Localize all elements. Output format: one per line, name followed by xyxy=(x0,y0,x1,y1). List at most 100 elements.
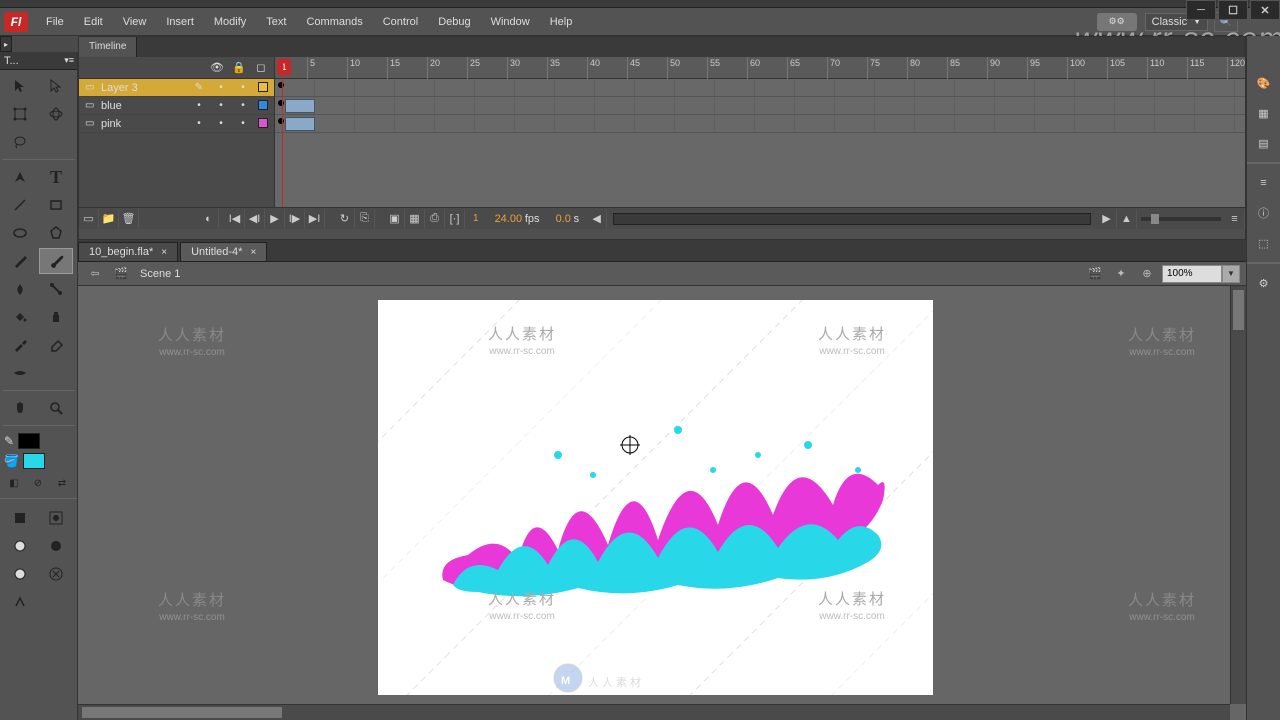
modify-markers-button[interactable]: ⎙ xyxy=(425,209,445,229)
doc-tab[interactable]: 10_begin.fla*× xyxy=(78,242,178,261)
swap-colors-button[interactable]: ⇄ xyxy=(51,474,73,492)
frame-lane[interactable] xyxy=(275,79,1245,97)
edit-multiple-button[interactable]: ▦ xyxy=(405,209,425,229)
menu-file[interactable]: File xyxy=(36,8,74,36)
pen-tool[interactable] xyxy=(3,164,37,190)
deco-tool[interactable] xyxy=(3,276,37,302)
minimize-button[interactable]: ─ xyxy=(1186,0,1216,20)
frame-lane[interactable] xyxy=(275,115,1245,133)
swatches-panel-icon[interactable]: ▦ xyxy=(1251,100,1277,126)
close-icon[interactable]: × xyxy=(250,247,256,258)
horizontal-scrollbar[interactable] xyxy=(78,704,1230,720)
layer-row[interactable]: ▭ blue ••• xyxy=(79,97,274,115)
menu-text[interactable]: Text xyxy=(256,8,296,36)
text-tool[interactable]: T xyxy=(39,164,73,190)
onion-skin-button[interactable]: ◐ xyxy=(199,209,219,229)
hand-tool[interactable] xyxy=(3,395,37,421)
panel-menu-icon[interactable]: ▾≡ xyxy=(64,55,74,66)
stroke-color-swatch[interactable] xyxy=(18,433,40,449)
menu-insert[interactable]: Insert xyxy=(156,8,204,36)
subselection-tool[interactable] xyxy=(39,73,73,99)
menu-help[interactable]: Help xyxy=(540,8,583,36)
loop-button[interactable]: ↻ xyxy=(335,209,355,229)
oval-tool[interactable] xyxy=(3,220,37,246)
brush-mode-option[interactable] xyxy=(3,505,37,531)
lasso-tool[interactable] xyxy=(3,129,37,155)
transform-panel-icon[interactable]: ⓘ xyxy=(1251,200,1277,226)
center-frame-button[interactable]: ▣ xyxy=(385,209,405,229)
zoom-field[interactable]: 100% xyxy=(1162,265,1222,283)
timeline-scrollbar[interactable] xyxy=(613,213,1091,225)
edit-scene-button[interactable]: 🎬 xyxy=(1084,264,1106,284)
scroll-left-button[interactable]: ◀ xyxy=(587,209,607,229)
library-panel-icon[interactable]: ⬚ xyxy=(1251,230,1277,256)
brush-size-option[interactable] xyxy=(3,533,37,559)
menu-debug[interactable]: Debug xyxy=(428,8,480,36)
bone-tool[interactable] xyxy=(39,276,73,302)
goto-last-button[interactable]: ▶I xyxy=(305,209,325,229)
menu-edit[interactable]: Edit xyxy=(74,8,113,36)
menu-window[interactable]: Window xyxy=(481,8,540,36)
onion-outlines-button[interactable]: ⎘ xyxy=(355,209,375,229)
layer-row[interactable]: ▭ Layer 3 ✎•• xyxy=(79,79,274,97)
info-panel-icon[interactable]: ≡ xyxy=(1251,170,1277,196)
object-drawing-option[interactable] xyxy=(39,505,73,531)
properties-panel-icon[interactable]: ⚙ xyxy=(1251,270,1277,296)
brush-tool[interactable] xyxy=(39,248,73,274)
lock-fill-option[interactable] xyxy=(3,561,37,587)
scene-name[interactable]: Scene 1 xyxy=(136,268,1084,280)
canvas[interactable]: M 人人素材 人人素材www.rr-sc.com 人人素材www.rr-sc.c… xyxy=(378,300,933,695)
visibility-header-icon[interactable]: 👁 xyxy=(210,61,224,74)
color-panel-icon[interactable]: 🎨 xyxy=(1251,70,1277,96)
no-color-button[interactable]: ⊘ xyxy=(27,474,49,492)
dock-collapse[interactable]: ▸ xyxy=(0,36,12,52)
menu-view[interactable]: View xyxy=(113,8,157,36)
close-icon[interactable]: × xyxy=(161,247,167,258)
eyedropper-tool[interactable] xyxy=(3,332,37,358)
new-layer-button[interactable]: ▭ xyxy=(79,209,99,229)
eraser-tool[interactable] xyxy=(39,332,73,358)
scroll-right-button[interactable]: ▶ xyxy=(1097,209,1117,229)
playhead[interactable]: 1 xyxy=(277,59,291,75)
menu-modify[interactable]: Modify xyxy=(204,8,256,36)
brush-shape-option[interactable] xyxy=(39,533,73,559)
zoom-dropdown[interactable]: ▼ xyxy=(1222,265,1240,283)
zoom-tool[interactable] xyxy=(39,395,73,421)
back-button[interactable]: ⇦ xyxy=(84,264,106,284)
stage-center-button[interactable]: ⊕ xyxy=(1136,264,1158,284)
black-white-swap[interactable]: ◧ xyxy=(3,474,25,492)
free-transform-tool[interactable] xyxy=(3,101,37,127)
align-panel-icon[interactable]: ▤ xyxy=(1251,130,1277,156)
layer-row[interactable]: ▭ pink ••• xyxy=(79,115,274,133)
goto-first-button[interactable]: I◀ xyxy=(225,209,245,229)
polystar-tool[interactable] xyxy=(39,220,73,246)
play-button[interactable]: ▶ xyxy=(265,209,285,229)
maximize-button[interactable]: ☐ xyxy=(1218,0,1248,20)
timeline-tab[interactable]: Timeline xyxy=(79,37,137,57)
current-frame-field[interactable]: 1 xyxy=(465,213,487,224)
step-back-button[interactable]: ◀I xyxy=(245,209,265,229)
pencil-tool[interactable] xyxy=(3,248,37,274)
ink-bottle-tool[interactable] xyxy=(39,304,73,330)
fps-field[interactable]: 24.00 xyxy=(495,213,523,225)
marker-range-button[interactable]: [·] xyxy=(445,209,465,229)
timeline-menu-button[interactable]: ≡ xyxy=(1225,209,1245,229)
zoom-slider-icon[interactable]: ▲ xyxy=(1117,209,1137,229)
selection-tool[interactable] xyxy=(3,73,37,99)
frames-area[interactable]: 1 51015202530354045505560657075808590951… xyxy=(275,57,1245,207)
pressure-option[interactable] xyxy=(3,589,37,615)
frame-lane[interactable] xyxy=(275,97,1245,115)
stage[interactable]: M 人人素材 人人素材www.rr-sc.com 人人素材www.rr-sc.c… xyxy=(78,286,1246,720)
tools-tab[interactable]: T... ▾≡ xyxy=(0,52,77,70)
close-button[interactable]: ✕ xyxy=(1250,0,1280,20)
frame-ruler[interactable]: 1 51015202530354045505560657075808590951… xyxy=(275,57,1245,79)
outline-header-icon[interactable]: ◻ xyxy=(254,61,268,74)
line-tool[interactable] xyxy=(3,192,37,218)
delete-layer-button[interactable]: 🗑 xyxy=(119,209,139,229)
doc-tab[interactable]: Untitled-4*× xyxy=(180,242,267,261)
paint-bucket-tool[interactable] xyxy=(3,304,37,330)
fill-color-swatch[interactable] xyxy=(23,453,45,469)
rectangle-tool[interactable] xyxy=(39,192,73,218)
3d-rotation-tool[interactable] xyxy=(39,101,73,127)
new-folder-button[interactable]: 📁 xyxy=(99,209,119,229)
